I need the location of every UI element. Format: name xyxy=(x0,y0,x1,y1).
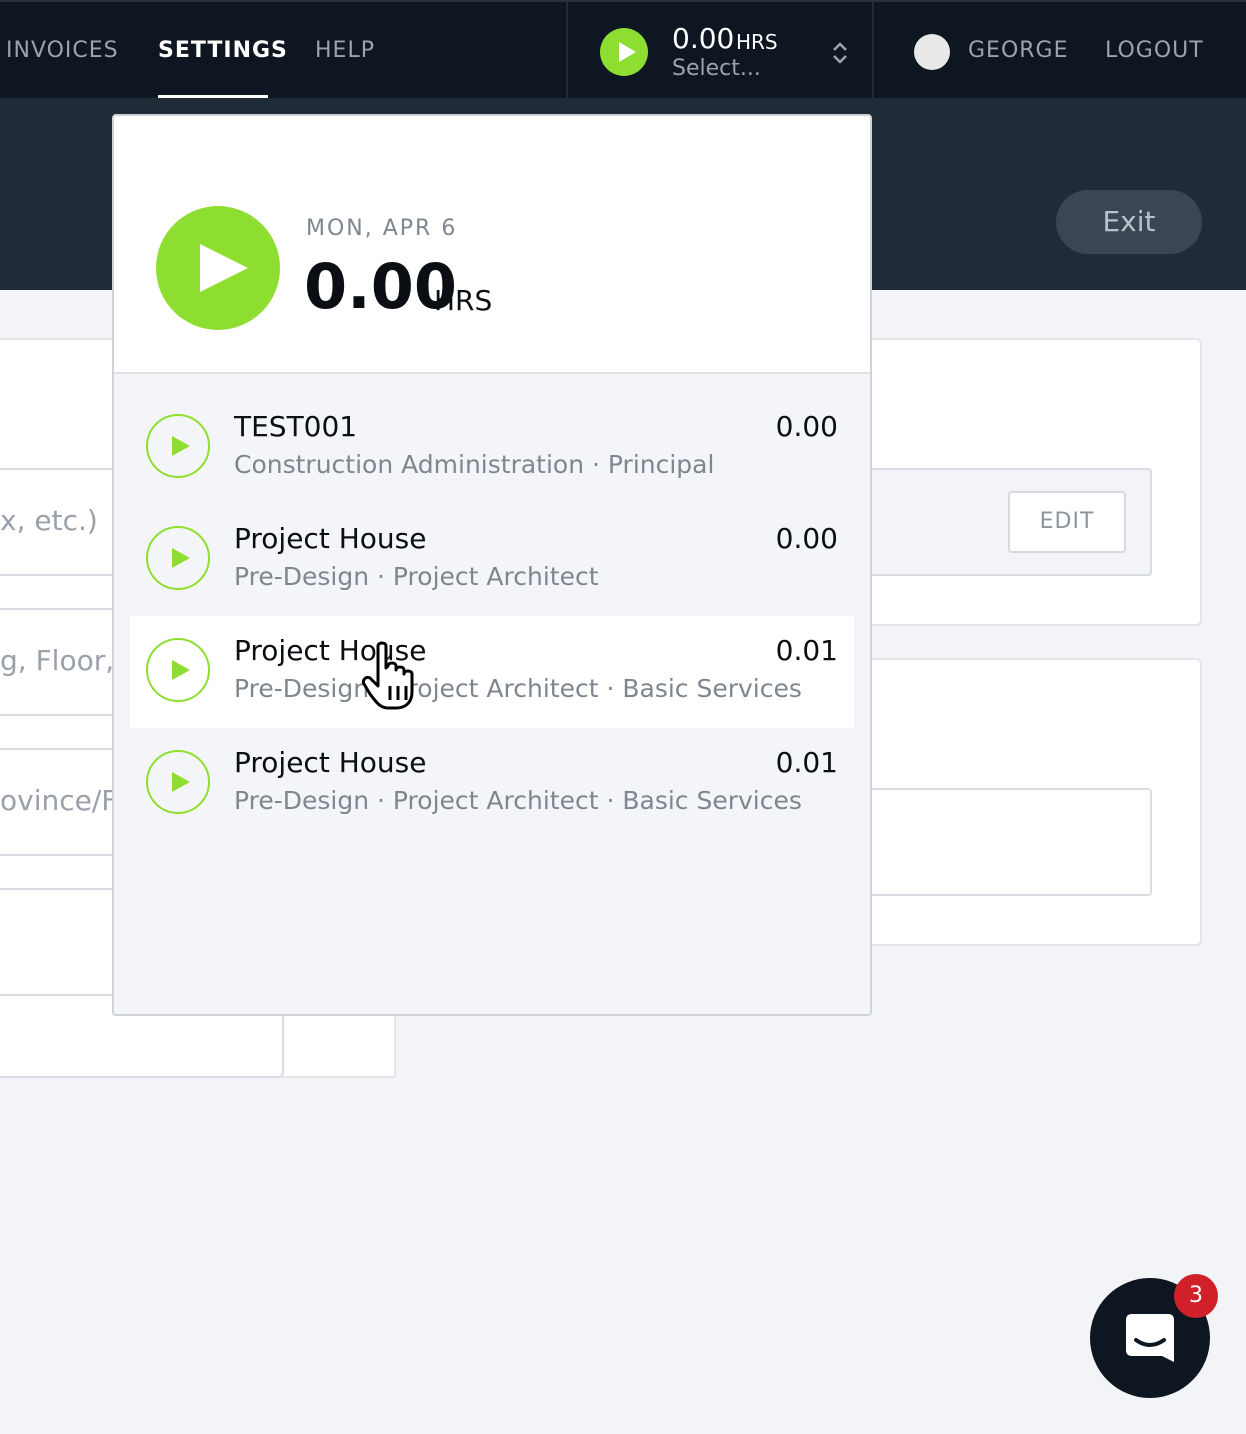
entry-project-name: TEST001 xyxy=(234,410,358,443)
time-entry[interactable]: Project House Pre-Design · Project Archi… xyxy=(130,504,854,616)
nav-help[interactable]: HELP xyxy=(315,38,375,63)
nav-divider xyxy=(566,2,568,100)
entry-details: Pre-Design · Project Architect · Basic S… xyxy=(234,786,802,815)
entry-project-name: Project House xyxy=(234,746,427,779)
play-icon xyxy=(619,42,636,62)
edit-button[interactable]: EDIT xyxy=(1008,491,1126,553)
notification-badge: 3 xyxy=(1174,1274,1218,1318)
timer-hours-unit: HRS xyxy=(434,284,493,317)
time-entry[interactable]: Project House Pre-Design · Project Archi… xyxy=(130,616,854,728)
entry-play-button[interactable] xyxy=(146,414,210,478)
start-timer-button[interactable] xyxy=(156,206,280,330)
building-floor-placeholder: g, Floor, xyxy=(0,644,115,677)
nav-settings[interactable]: SETTINGS xyxy=(158,38,288,63)
entry-details: Pre-Design · Project Architect xyxy=(234,562,599,591)
nav-invoices[interactable]: INVOICES xyxy=(6,38,119,63)
play-icon xyxy=(172,660,190,680)
chevron-updown-icon[interactable] xyxy=(830,40,850,66)
time-entry[interactable]: TEST001 Construction Administration · Pr… xyxy=(130,392,854,504)
province-placeholder: ovince/F xyxy=(0,784,118,817)
entry-hours: 0.00 xyxy=(775,522,838,555)
play-icon xyxy=(200,244,248,292)
avatar[interactable] xyxy=(914,34,950,70)
text-field[interactable] xyxy=(850,788,1152,896)
play-icon xyxy=(172,436,190,456)
entry-hours: 0.01 xyxy=(775,746,838,779)
entry-hours: 0.01 xyxy=(775,634,838,667)
timer-date: MON, APR 6 xyxy=(306,216,458,241)
top-navigation: INVOICES SETTINGS HELP 0.00 HRS Select..… xyxy=(0,0,1246,100)
play-icon xyxy=(172,548,190,568)
play-icon xyxy=(172,772,190,792)
address-line-placeholder: x, etc.) xyxy=(0,504,98,537)
entry-hours: 0.00 xyxy=(775,410,838,443)
timer-hours-unit: HRS xyxy=(736,30,778,54)
timer-summary: MON, APR 6 0.00 HRS xyxy=(114,116,870,374)
timer-project-select[interactable]: Select... xyxy=(672,56,761,81)
entry-project-name: Project House xyxy=(234,522,427,555)
hand-cursor-icon xyxy=(362,641,414,710)
exit-button[interactable]: Exit xyxy=(1056,190,1202,254)
timer-hours: 0.00 xyxy=(672,22,735,55)
entry-play-button[interactable] xyxy=(146,750,210,814)
nav-divider xyxy=(872,2,874,100)
user-name[interactable]: GEORGE xyxy=(968,38,1069,63)
entry-play-button[interactable] xyxy=(146,526,210,590)
timer-play-button[interactable] xyxy=(600,28,648,76)
entry-details: Construction Administration · Principal xyxy=(234,450,715,479)
entry-details: Pre-Design · Project Architect · Basic S… xyxy=(234,674,802,703)
timer-dropdown: MON, APR 6 0.00 HRS TEST001 Construction… xyxy=(112,114,872,1016)
logout-link[interactable]: LOGOUT xyxy=(1105,38,1204,63)
entry-play-button[interactable] xyxy=(146,638,210,702)
time-entry[interactable]: Project House Pre-Design · Project Archi… xyxy=(130,728,854,840)
